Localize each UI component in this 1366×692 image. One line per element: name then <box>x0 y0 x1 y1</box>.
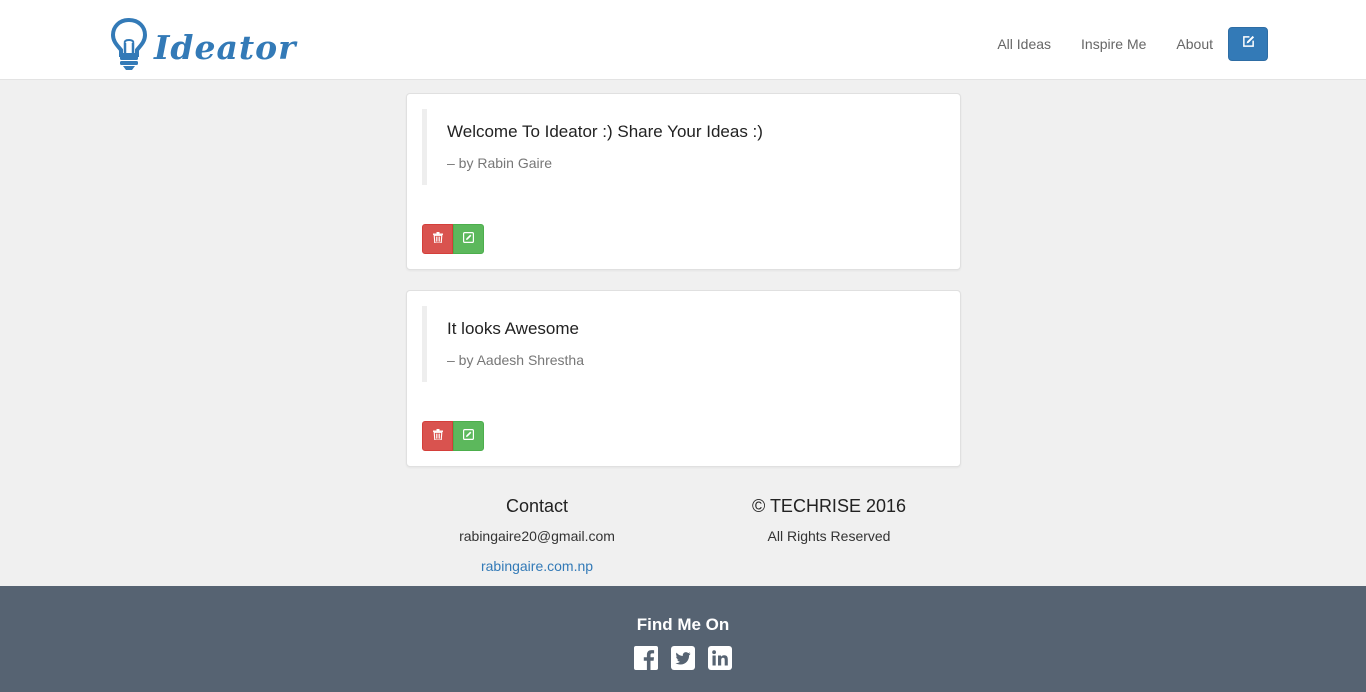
footer: Find Me On <box>0 586 1366 692</box>
social-links <box>0 646 1366 670</box>
navbar: Ideator All Ideas Inspire Me About <box>0 0 1366 80</box>
linkedin-icon[interactable] <box>708 646 732 670</box>
brand-logo-link[interactable]: Ideator <box>110 16 297 72</box>
new-idea-button[interactable] <box>1228 27 1268 61</box>
copyright-title: © TECHRISE 2016 <box>752 496 906 516</box>
contact-title: Contact <box>505 496 569 516</box>
nav-link-about[interactable]: About <box>1176 25 1213 63</box>
delete-button[interactable] <box>422 421 453 451</box>
twitter-icon[interactable] <box>671 646 695 670</box>
contact-section: Contact rabingaire20@gmail.com rabingair… <box>406 494 668 576</box>
edit-button[interactable] <box>453 421 484 451</box>
website-link[interactable]: rabingaire.com.np <box>481 556 593 576</box>
edit-icon <box>463 427 475 445</box>
brand-name: Ideator <box>154 27 297 67</box>
idea-quote: Welcome To Ideator :) Share Your Ideas :… <box>422 109 942 185</box>
nav-links: All Ideas Inspire Me About <box>997 25 1268 63</box>
edit-button[interactable] <box>453 224 484 254</box>
idea-author: – by Aadesh Shrestha <box>447 352 584 368</box>
idea-text: Welcome To Ideator :) Share Your Ideas :… <box>447 122 763 141</box>
idea-card: Welcome To Ideator :) Share Your Ideas :… <box>406 93 961 270</box>
nav-link-inspire-me[interactable]: Inspire Me <box>1081 25 1146 63</box>
trash-icon <box>432 230 443 248</box>
delete-button[interactable] <box>422 224 453 254</box>
facebook-icon[interactable] <box>634 646 658 670</box>
idea-actions <box>422 421 484 451</box>
edit-icon <box>1242 35 1255 53</box>
contact-email: rabingaire20@gmail.com <box>459 528 615 544</box>
trash-icon <box>432 427 443 445</box>
rights-text: All Rights Reserved <box>767 528 891 544</box>
nav-link-all-ideas[interactable]: All Ideas <box>997 25 1051 63</box>
copyright-section: © TECHRISE 2016 All Rights Reserved <box>698 494 960 546</box>
idea-quote: It looks Awesome – by Aadesh Shrestha <box>422 306 942 382</box>
lightbulb-icon <box>110 17 148 71</box>
idea-card: It looks Awesome – by Aadesh Shrestha <box>406 290 961 467</box>
idea-author: – by Rabin Gaire <box>447 155 553 171</box>
idea-actions <box>422 224 484 254</box>
idea-text: It looks Awesome <box>447 319 579 338</box>
footer-title: Find Me On <box>636 615 730 634</box>
idea-list: Welcome To Ideator :) Share Your Ideas :… <box>406 93 961 487</box>
edit-icon <box>463 230 475 248</box>
